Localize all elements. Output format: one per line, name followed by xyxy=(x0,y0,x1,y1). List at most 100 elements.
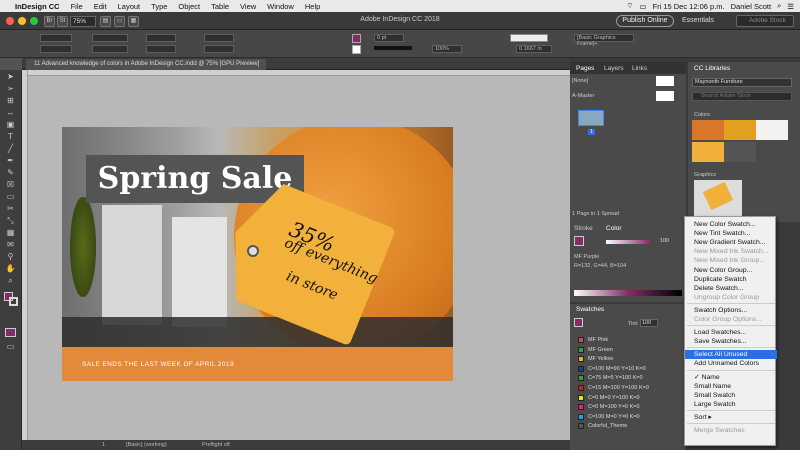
footer-text[interactable]: SALE ENDS THE LAST WEEK OF APRIL 2019 xyxy=(82,361,234,368)
menu-item[interactable]: Swatch Options... xyxy=(685,306,777,315)
selection-tool-icon[interactable]: ➤ xyxy=(5,72,16,82)
tab-links[interactable]: Links xyxy=(632,65,647,72)
menu-item[interactable]: Select All Unused xyxy=(685,350,777,360)
menu-item[interactable]: Delete Swatch... xyxy=(685,284,777,293)
line-tool-icon[interactable]: ╱ xyxy=(5,144,16,154)
swatch-row[interactable]: C=100 M=0 Y=0 K=0 xyxy=(576,413,682,422)
direct-selection-tool-icon[interactable]: ➢ xyxy=(5,84,16,94)
document-page[interactable]: Spring Sale 35% off everything in store … xyxy=(62,127,453,381)
workspace-switcher[interactable]: Essentials xyxy=(682,17,714,24)
content-collector-icon[interactable]: ▣ xyxy=(5,120,16,130)
cc-color-tile[interactable] xyxy=(692,142,724,162)
swatches-title[interactable]: Swatches xyxy=(576,306,604,313)
menu-item[interactable]: New Color Swatch... xyxy=(685,220,777,229)
menu-edit[interactable]: Edit xyxy=(94,2,107,11)
hand-tool-icon[interactable]: ✋ xyxy=(5,264,16,274)
swatch-row[interactable]: C=0 M=0 Y=100 K=0 xyxy=(576,394,682,403)
menu-window[interactable]: Window xyxy=(267,2,294,11)
object-style-select[interactable]: [Basic Graphics Frame]+ xyxy=(574,34,634,47)
none-master[interactable]: [None] xyxy=(572,78,588,84)
menu-item[interactable]: Add Unnamed Colors xyxy=(685,359,777,368)
opacity-field[interactable]: 100% xyxy=(432,45,462,53)
swatch-row[interactable]: C=75 M=5 Y=100 K=0 xyxy=(576,374,682,383)
horizontal-ruler[interactable] xyxy=(22,70,570,76)
tab-stroke[interactable]: Stroke xyxy=(574,225,593,232)
stroke-type-selector[interactable] xyxy=(374,46,412,50)
pencil-tool-icon[interactable]: ✎ xyxy=(5,168,16,178)
zoom-tool-icon[interactable]: ⌕ xyxy=(5,276,16,286)
vertical-ruler[interactable] xyxy=(22,70,28,440)
rectangle-frame-tool-icon[interactable]: ☒ xyxy=(5,180,16,190)
cc-color-tile[interactable] xyxy=(756,120,788,140)
menu-file[interactable]: File xyxy=(71,2,83,11)
tint-slider[interactable] xyxy=(606,240,650,244)
menu-help[interactable]: Help xyxy=(305,2,320,11)
fill-swatch[interactable] xyxy=(352,34,361,43)
rotation-field[interactable] xyxy=(204,34,234,42)
cc-color-tile[interactable] xyxy=(692,120,724,140)
tab-color[interactable]: Color xyxy=(606,225,622,232)
spotlight-icon[interactable]: ⌕ xyxy=(777,1,781,11)
page-tool-icon[interactable]: ⊞ xyxy=(5,96,16,106)
clock[interactable]: Fri 15 Dec 12:06 p.m. xyxy=(653,2,725,11)
a-master-thumb[interactable] xyxy=(656,91,674,101)
cc-search-input[interactable]: Search Adobe Stock xyxy=(692,92,792,101)
menu-type[interactable]: Type xyxy=(151,2,167,11)
sale-title[interactable]: Spring Sale xyxy=(90,157,300,201)
gap-tool-icon[interactable]: ↔ xyxy=(5,108,16,118)
menu-item[interactable]: Small Swatch xyxy=(685,391,777,400)
screen-mode-tool-icon[interactable]: ▭ xyxy=(5,342,16,352)
stock-search-input[interactable]: Adobe Stock xyxy=(736,15,794,27)
free-transform-tool-icon[interactable]: ⤡ xyxy=(5,216,16,226)
menu-list-icon[interactable]: ☰ xyxy=(787,2,794,11)
swatch-fill-indicator[interactable] xyxy=(574,318,583,327)
x-field[interactable] xyxy=(40,34,72,42)
color-ramp[interactable] xyxy=(574,290,682,296)
preflight-profile[interactable]: [Basic] (working) xyxy=(126,442,167,448)
toolbox-stroke-swatch[interactable] xyxy=(9,297,18,306)
menu-item[interactable]: Large Swatch xyxy=(685,400,777,409)
pen-tool-icon[interactable]: ✒ xyxy=(5,156,16,166)
swatch-tint-field[interactable]: 100 xyxy=(640,319,658,327)
menu-layout[interactable]: Layout xyxy=(118,2,141,11)
stroke-weight-field[interactable]: 0 pt xyxy=(374,34,404,42)
color-fill-swatch[interactable] xyxy=(574,236,584,246)
user-name[interactable]: Daniel Scott xyxy=(731,2,771,11)
apply-color-icon[interactable] xyxy=(5,328,16,337)
graphic-tag-thumbnail[interactable] xyxy=(694,180,742,216)
stroke-preview[interactable] xyxy=(510,34,548,42)
scale-x-field[interactable] xyxy=(146,34,176,42)
cc-color-tile[interactable] xyxy=(724,142,756,162)
menu-table[interactable]: Table xyxy=(211,2,229,11)
menu-item[interactable]: Small Name xyxy=(685,382,777,391)
menu-item[interactable]: Load Swatches... xyxy=(685,328,777,337)
battery-icon[interactable]: ▭ xyxy=(639,2,646,11)
library-select[interactable]: Maynooth Furniture xyxy=(692,78,792,87)
menu-app[interactable]: InDesign CC xyxy=(15,2,60,11)
swatch-row[interactable]: C=15 M=100 Y=100 K=0 xyxy=(576,384,682,393)
width-field[interactable] xyxy=(92,34,128,42)
swatch-row[interactable]: Colorful_Theme xyxy=(576,422,682,431)
menu-item[interactable]: ✓ Name xyxy=(685,373,777,382)
document-tab[interactable]: 11 Advanced knowledge of colors in Adobe… xyxy=(26,59,266,70)
eyedropper-tool-icon[interactable]: ⚲ xyxy=(5,252,16,262)
preflight-status[interactable]: Preflight off xyxy=(202,442,230,448)
scissors-tool-icon[interactable]: ✂ xyxy=(5,204,16,214)
scale-y-field[interactable] xyxy=(146,45,176,53)
menu-item[interactable]: Save Swatches... xyxy=(685,337,777,346)
menu-view[interactable]: View xyxy=(240,2,256,11)
rectangle-tool-icon[interactable]: ▭ xyxy=(5,192,16,202)
type-tool-icon[interactable]: T xyxy=(5,132,16,142)
none-master-thumb[interactable] xyxy=(656,76,674,86)
tab-pages[interactable]: Pages xyxy=(576,65,594,72)
menu-item[interactable]: Sort ▸ xyxy=(685,413,777,422)
stroke-swatch[interactable] xyxy=(352,45,361,54)
gradient-tool-icon[interactable]: ▦ xyxy=(5,228,16,238)
y-field[interactable] xyxy=(40,45,72,53)
cc-libraries-title[interactable]: CC Libraries xyxy=(694,65,730,72)
shear-field[interactable] xyxy=(204,45,234,53)
wifi-icon[interactable]: ⌔ xyxy=(626,1,633,11)
swatch-row[interactable]: C=0 M=100 Y=0 K=0 xyxy=(576,403,682,412)
menu-item[interactable]: New Gradient Swatch... xyxy=(685,238,777,247)
page-number-field[interactable]: 1 xyxy=(102,442,105,448)
